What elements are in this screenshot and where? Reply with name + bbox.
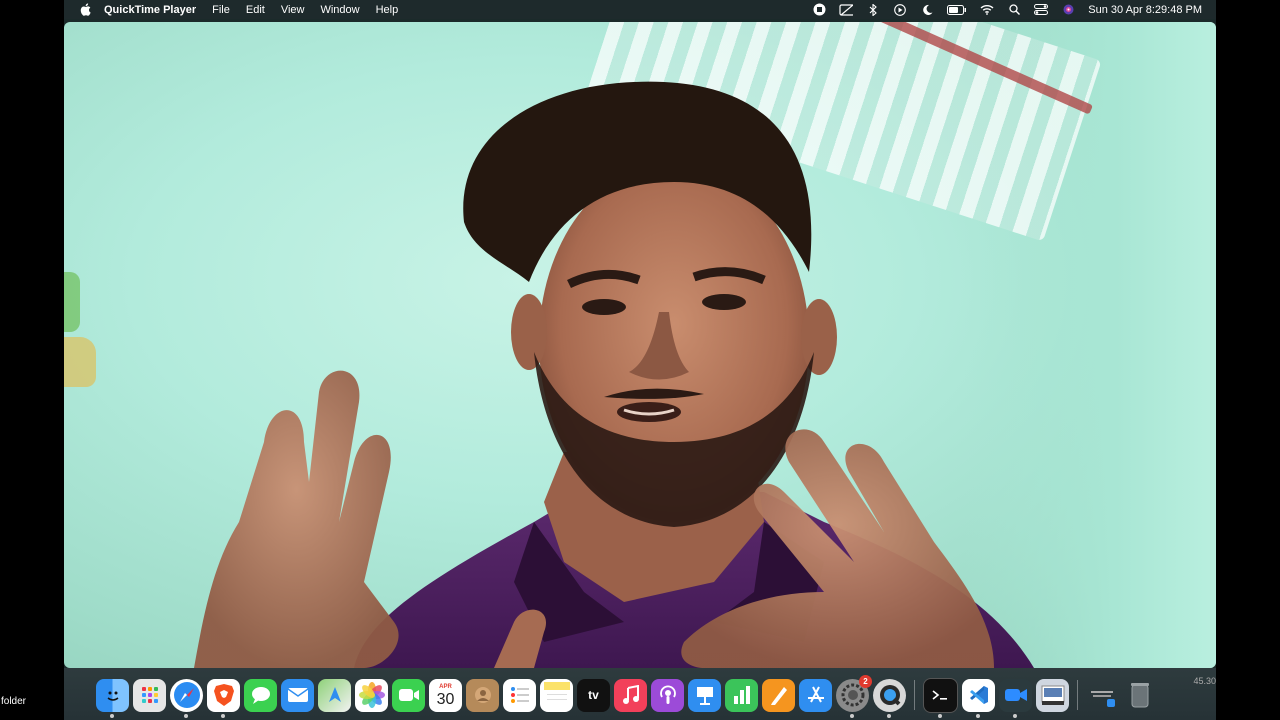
wifi-icon[interactable] [980,4,994,16]
contacts-icon [474,687,491,703]
dock-zoom[interactable] [999,678,1032,718]
dock-notes[interactable] [540,678,573,712]
quicktime-icon [879,685,900,706]
notification-badge: 2 [859,674,872,688]
dock-preview[interactable] [1036,678,1069,712]
running-indicator [110,713,114,718]
maps-icon [328,687,341,702]
dock-app-store[interactable] [799,678,832,712]
app-store-icon [807,686,824,703]
folder-stack-icon [1090,691,1115,707]
running-indicator [887,713,891,718]
calendar-day: 30 [436,690,455,708]
running-indicator [976,713,980,718]
dock-safari[interactable] [170,678,203,718]
dock-launchpad[interactable] [133,678,166,712]
podcasts-icon [659,685,676,704]
dock-vscode[interactable] [962,678,995,718]
dock-quicktime[interactable] [873,678,906,718]
zoom-icon [1004,689,1027,701]
record-stop-icon[interactable] [812,3,826,16]
bluetooth-icon[interactable] [866,3,880,16]
dock-finder[interactable] [96,678,129,718]
menu-app-name[interactable]: QuickTime Player [104,4,196,16]
menu-clock[interactable]: Sun 30 Apr 8:29:48 PM [1088,4,1202,16]
safari-icon [173,682,200,708]
menu-view[interactable]: View [281,4,305,16]
dock-separator [1077,680,1078,710]
menu-file[interactable]: File [212,4,230,16]
search-icon[interactable] [1007,4,1021,16]
dock-trash[interactable] [1123,679,1156,712]
notes-icon [543,682,570,700]
dock-messages[interactable] [244,678,277,712]
dock-podcasts[interactable] [651,678,684,712]
preview-icon [1041,685,1064,705]
dock-music[interactable] [614,678,647,712]
person-image [194,81,1034,668]
trash-icon [1130,683,1149,708]
mail-icon [287,688,308,702]
dock-separator [914,680,915,710]
running-indicator [1013,713,1017,718]
battery-icon[interactable] [947,4,967,16]
video-window[interactable] [64,22,1216,668]
music-icon [622,685,639,704]
play-circle-icon[interactable] [893,3,907,16]
running-indicator [221,713,225,718]
dock-reminders[interactable] [503,678,536,712]
running-indicator [938,713,942,718]
messages-icon [251,687,270,704]
dock-system-settings[interactable]: 2 [836,674,872,718]
numbers-icon [733,686,750,704]
brave-icon [213,684,234,706]
calendar-month: APR [439,683,452,690]
desktop-timecode: 45.30 [1193,676,1216,686]
dock-numbers[interactable] [725,678,758,712]
menu-edit[interactable]: Edit [246,4,265,16]
desktop-folder-label[interactable]: folder [1,696,26,707]
control-center-icon[interactable] [1034,4,1049,16]
menu-bar: QuickTime Player File Edit View Window H… [64,0,1216,19]
moon-icon[interactable] [920,4,934,16]
dock-contacts[interactable] [466,678,499,712]
dock-pages[interactable] [762,678,795,712]
dock-keynote[interactable] [688,678,721,712]
dock-downloads-stack[interactable] [1086,679,1119,712]
photos-icon [358,682,385,708]
dock-calendar[interactable]: APR 30 [429,678,462,712]
dock-photos[interactable] [355,678,388,712]
dock-apple-tv[interactable]: tv [577,678,610,712]
dock-terminal[interactable] [923,677,958,718]
dock-facetime[interactable] [392,678,425,712]
terminal-icon [932,690,947,700]
vscode-icon [969,686,988,704]
dock-brave[interactable] [207,678,240,718]
screen: QuickTime Player File Edit View Window H… [64,0,1216,720]
siri-icon[interactable] [1061,4,1075,16]
pages-icon [770,687,787,705]
apple-menu-icon[interactable] [78,3,92,17]
apple-tv-label: tv [588,688,599,702]
keynote-icon [696,687,713,705]
running-indicator [184,713,188,718]
running-indicator [850,713,854,718]
finder-icon [107,691,118,701]
screen-mirroring-off-icon[interactable] [839,3,854,16]
launchpad-icon [141,687,158,703]
dock: APR 30 tv 2 [94,672,1182,718]
facetime-icon [398,689,419,701]
dock-mail[interactable] [281,678,314,712]
menu-window[interactable]: Window [320,4,359,16]
dock-maps[interactable] [318,678,351,712]
reminders-icon [510,687,529,703]
menu-help[interactable]: Help [376,4,399,16]
